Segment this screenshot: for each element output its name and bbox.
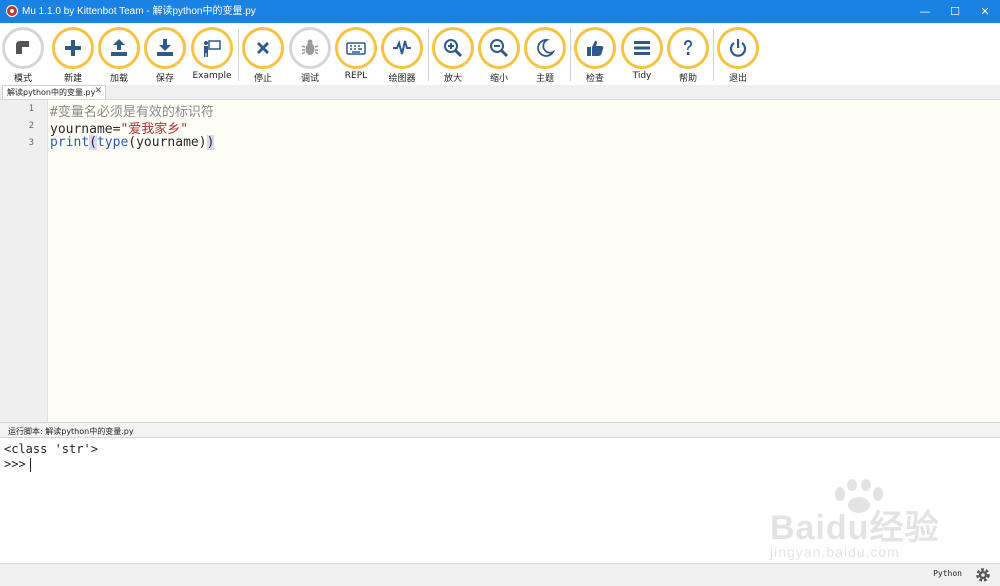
mode-indicator[interactable]: Python <box>933 569 962 578</box>
line-number-gutter: 1 2 3 <box>0 100 48 422</box>
paren-open: ( <box>128 135 137 150</box>
maximize-button[interactable]: ☐ <box>940 0 970 23</box>
example-label: Example <box>192 71 232 81</box>
app-logo-icon <box>6 5 18 17</box>
tab-bar: 解读python中的变量.py ✕ <box>0 85 1000 100</box>
file-tab[interactable]: 解读python中的变量.py ✕ <box>2 85 106 99</box>
text-cursor <box>29 457 31 472</box>
status-bar: Python <box>0 563 1000 586</box>
quit-button[interactable]: 退出 <box>715 25 761 85</box>
line-number: 3 <box>28 138 34 148</box>
theme-button[interactable]: 主题 <box>522 25 568 85</box>
quit-label: 退出 <box>728 74 747 84</box>
zoom-out-icon <box>478 27 520 69</box>
mode-button[interactable]: 模式 <box>0 25 46 85</box>
gear-icon[interactable] <box>974 566 992 584</box>
toolbar: 模式 新建 加载 保存 Example 停止 调试 REPL 绘图器 放大 缩小… <box>0 23 1000 85</box>
console-prompt: >>> <box>4 457 26 471</box>
zoom-in-icon <box>432 27 474 69</box>
runner-pane-header: 运行脚本: 解读python中的变量.py <box>0 425 1000 438</box>
download-icon <box>144 27 186 69</box>
watermark: Baidu经验 jingyan.baidu.com <box>770 478 990 568</box>
pulse-icon <box>381 27 423 69</box>
close-window-button[interactable]: ✕ <box>970 0 1000 23</box>
line-number: 1 <box>28 104 34 114</box>
upload-icon <box>98 27 140 69</box>
close-tab-icon[interactable]: ✕ <box>94 86 102 96</box>
example-button[interactable]: Example <box>189 25 235 85</box>
mode-icon <box>2 27 44 69</box>
x-icon <box>242 27 284 69</box>
code-editor[interactable]: 1 2 3 #变量名必须是有效的标识符 yourname="爱我家乡" prin… <box>0 100 1000 422</box>
paren-close: ) <box>198 135 207 150</box>
plotter-label: 绘图器 <box>388 74 416 84</box>
save-button[interactable]: 保存 <box>142 25 188 85</box>
window-title: Mu 1.1.0 by Kittenbot Team - 解读python中的变… <box>22 6 256 17</box>
watermark-brand: Baidu经验 <box>770 509 940 547</box>
keyboard-icon <box>335 27 377 69</box>
title-bar: Mu 1.1.0 by Kittenbot Team - 解读python中的变… <box>0 0 1000 23</box>
line-number: 2 <box>28 121 34 131</box>
console-prompt-line[interactable]: >>> <box>4 457 31 472</box>
watermark-url: jingyan.baidu.com <box>770 544 900 560</box>
builtin-type: type <box>96 135 129 150</box>
thumbs-up-icon <box>574 27 616 69</box>
console-output: <class 'str'> <box>4 442 98 456</box>
check-button[interactable]: 检查 <box>572 25 618 85</box>
stop-button[interactable]: 停止 <box>240 25 286 85</box>
moon-icon <box>524 27 566 69</box>
teacher-icon <box>191 27 233 69</box>
bug-icon <box>289 27 331 69</box>
plotter-button[interactable]: 绘图器 <box>379 25 425 85</box>
power-icon <box>717 27 759 69</box>
lines-icon <box>621 27 663 69</box>
plus-icon <box>52 27 94 69</box>
paren-close: ) <box>206 135 215 150</box>
argument: yourname <box>136 135 199 150</box>
code-line-3: print(type(yourname)) <box>50 135 215 150</box>
help-button[interactable]: 帮助 <box>665 25 711 85</box>
file-tab-label: 解读python中的变量.py <box>7 88 96 97</box>
runner-title: 运行脚本: 解读python中的变量.py <box>8 427 134 436</box>
builtin-print: print <box>50 135 90 150</box>
minimize-button[interactable]: — <box>910 0 940 23</box>
question-icon <box>667 27 709 69</box>
paren-open: ( <box>89 135 97 150</box>
